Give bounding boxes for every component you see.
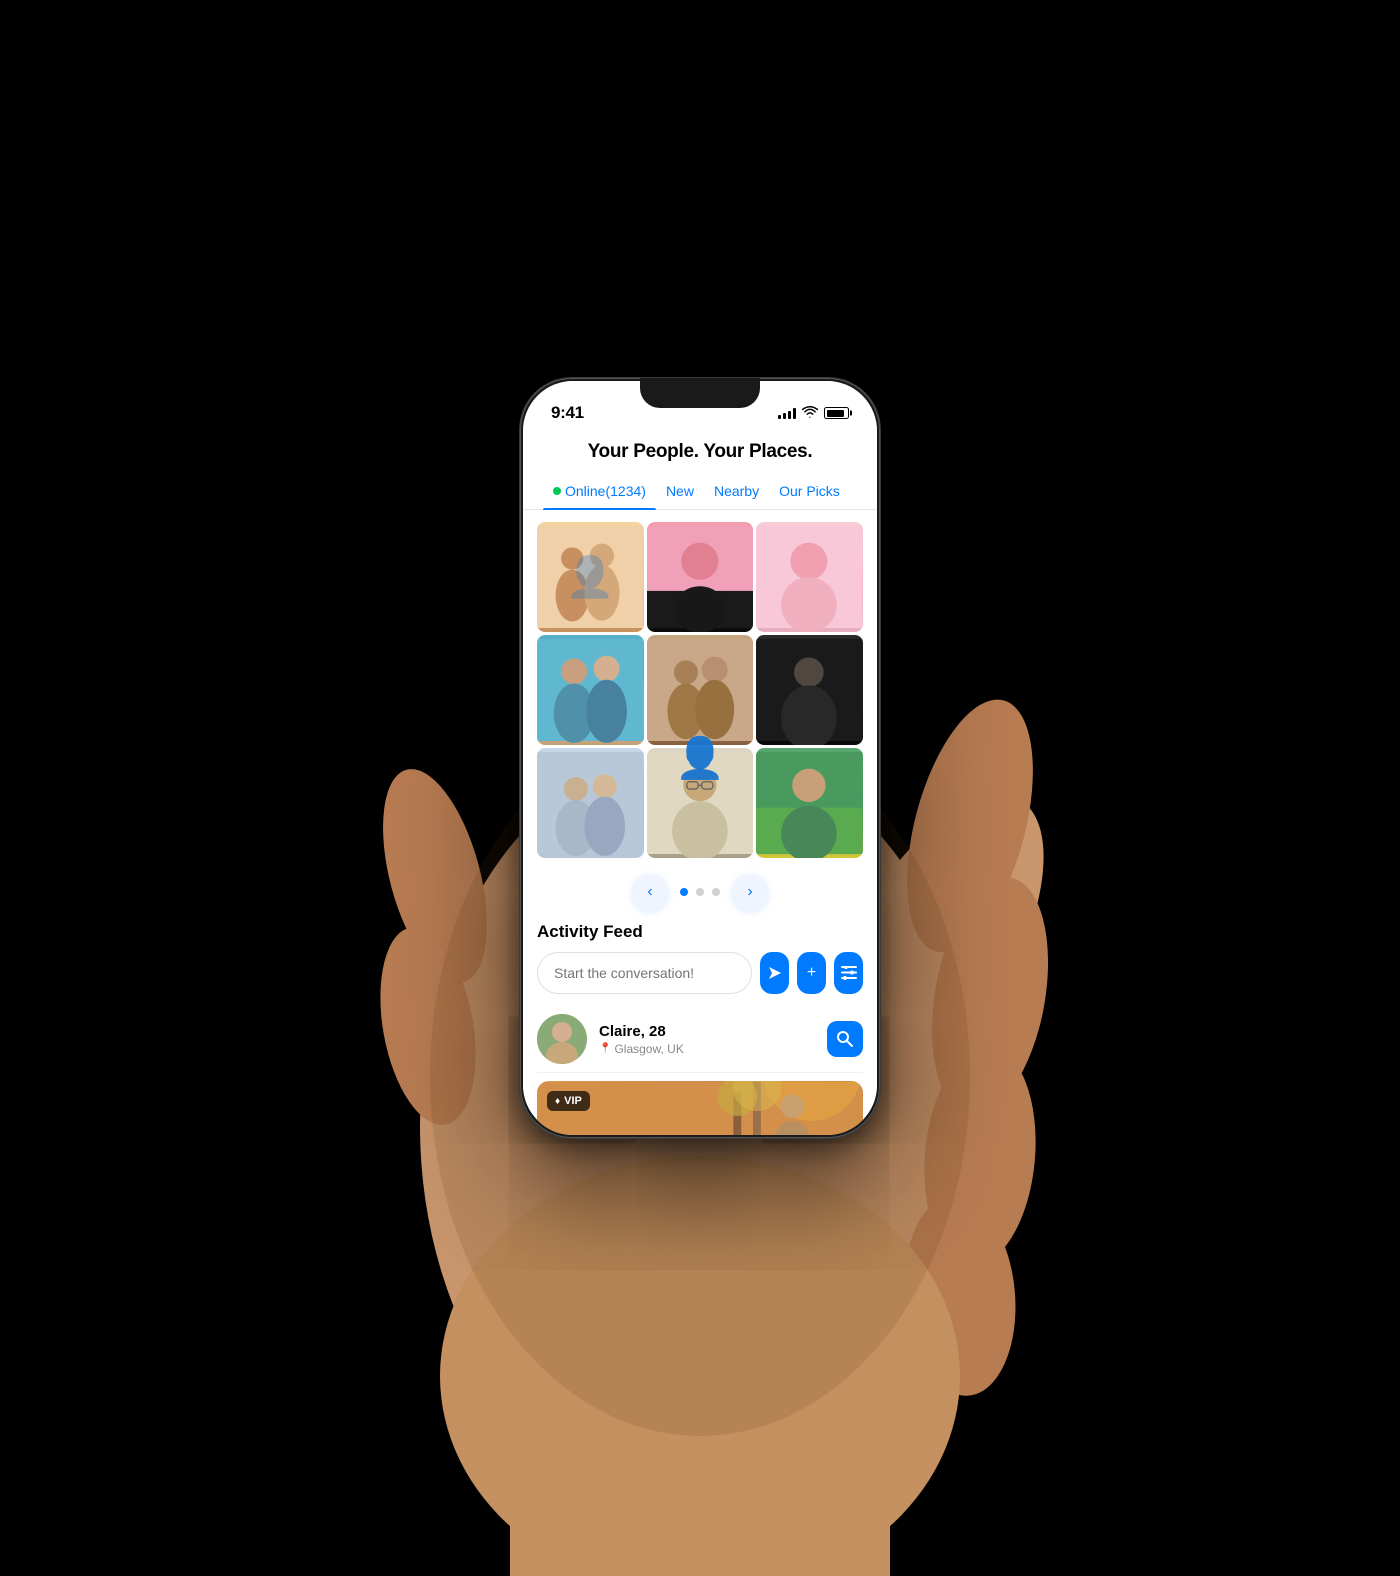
send-button[interactable] bbox=[760, 952, 789, 994]
vip-badge: ♦ VIP bbox=[547, 1091, 590, 1111]
dot-3 bbox=[712, 888, 720, 896]
pagination: ‹ › bbox=[523, 866, 877, 922]
app-header: Your People. Your Places. bbox=[523, 431, 877, 463]
tab-online[interactable]: Online(1234) bbox=[543, 477, 656, 509]
phone-screen: 9:41 bbox=[523, 381, 877, 1135]
photo-cell-5[interactable] bbox=[647, 635, 754, 745]
phone-shell: 9:41 bbox=[520, 378, 880, 1138]
filter-button[interactable] bbox=[834, 952, 863, 994]
next-button[interactable]: › bbox=[732, 874, 768, 910]
signal-icon bbox=[778, 407, 796, 419]
photo-cell-9[interactable] bbox=[756, 748, 863, 858]
user-card[interactable]: Claire, 28 📍 Glasgow, UK bbox=[537, 1006, 863, 1073]
dot-1 bbox=[680, 888, 688, 896]
phone-device: 9:41 bbox=[520, 378, 880, 1138]
photo-cell-1[interactable] bbox=[537, 522, 644, 632]
add-button[interactable]: + bbox=[797, 952, 826, 994]
activity-feed-section: Activity Feed + bbox=[523, 922, 877, 1073]
online-indicator bbox=[553, 487, 561, 495]
wifi-icon bbox=[802, 406, 818, 421]
photo-cell-2[interactable] bbox=[647, 522, 754, 632]
photo-cell-7[interactable] bbox=[537, 748, 644, 858]
photo-cell-6[interactable] bbox=[756, 635, 863, 745]
tab-bar: Online(1234) New Nearby Our Picks bbox=[523, 467, 877, 510]
location-pin-icon: 📍 bbox=[599, 1043, 611, 1054]
battery-icon bbox=[824, 407, 849, 419]
chat-input[interactable] bbox=[537, 952, 752, 994]
prev-button[interactable]: ‹ bbox=[632, 874, 668, 910]
user-name: Claire, 28 bbox=[599, 1023, 815, 1040]
user-info: Claire, 28 📍 Glasgow, UK bbox=[599, 1023, 815, 1056]
status-time: 9:41 bbox=[551, 403, 584, 423]
phone-notch bbox=[640, 378, 760, 408]
user-avatar bbox=[537, 1014, 587, 1064]
pagination-dots bbox=[680, 888, 720, 896]
chat-input-row: + bbox=[537, 952, 863, 994]
scene: 9:41 bbox=[0, 0, 1400, 1576]
tab-nearby[interactable]: Nearby bbox=[704, 477, 769, 509]
user-action-button[interactable] bbox=[827, 1021, 863, 1057]
dot-2 bbox=[696, 888, 704, 896]
app-title: Your People. Your Places. bbox=[543, 441, 857, 463]
vip-card[interactable]: ♦ VIP bbox=[537, 1081, 863, 1135]
status-icons bbox=[778, 406, 849, 421]
tab-our-picks[interactable]: Our Picks bbox=[769, 477, 850, 509]
diamond-icon: ♦ bbox=[555, 1096, 560, 1107]
photo-cell-4[interactable] bbox=[537, 635, 644, 745]
photo-grid bbox=[523, 510, 877, 866]
app-content: Your People. Your Places. Online(1234) N… bbox=[523, 431, 877, 1135]
activity-feed-title: Activity Feed bbox=[537, 922, 863, 942]
user-location: 📍 Glasgow, UK bbox=[599, 1042, 815, 1056]
tab-new[interactable]: New bbox=[656, 477, 704, 509]
photo-cell-3[interactable] bbox=[756, 522, 863, 632]
